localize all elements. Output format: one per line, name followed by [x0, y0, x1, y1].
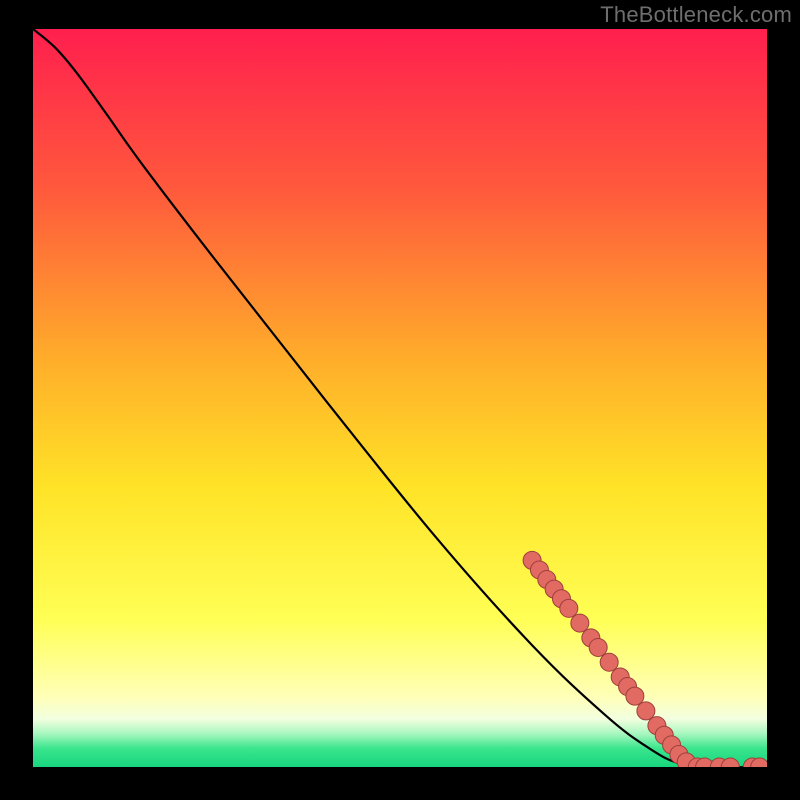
plot-area [33, 29, 767, 767]
data-marker [637, 702, 655, 720]
gradient-background [33, 29, 767, 767]
plot-svg [33, 29, 767, 767]
data-marker [600, 653, 618, 671]
chart-root: TheBottleneck.com [0, 0, 800, 800]
data-marker [560, 599, 578, 617]
data-marker [589, 638, 607, 656]
data-marker [571, 614, 589, 632]
data-marker [626, 687, 644, 705]
watermark-text: TheBottleneck.com [600, 2, 792, 28]
